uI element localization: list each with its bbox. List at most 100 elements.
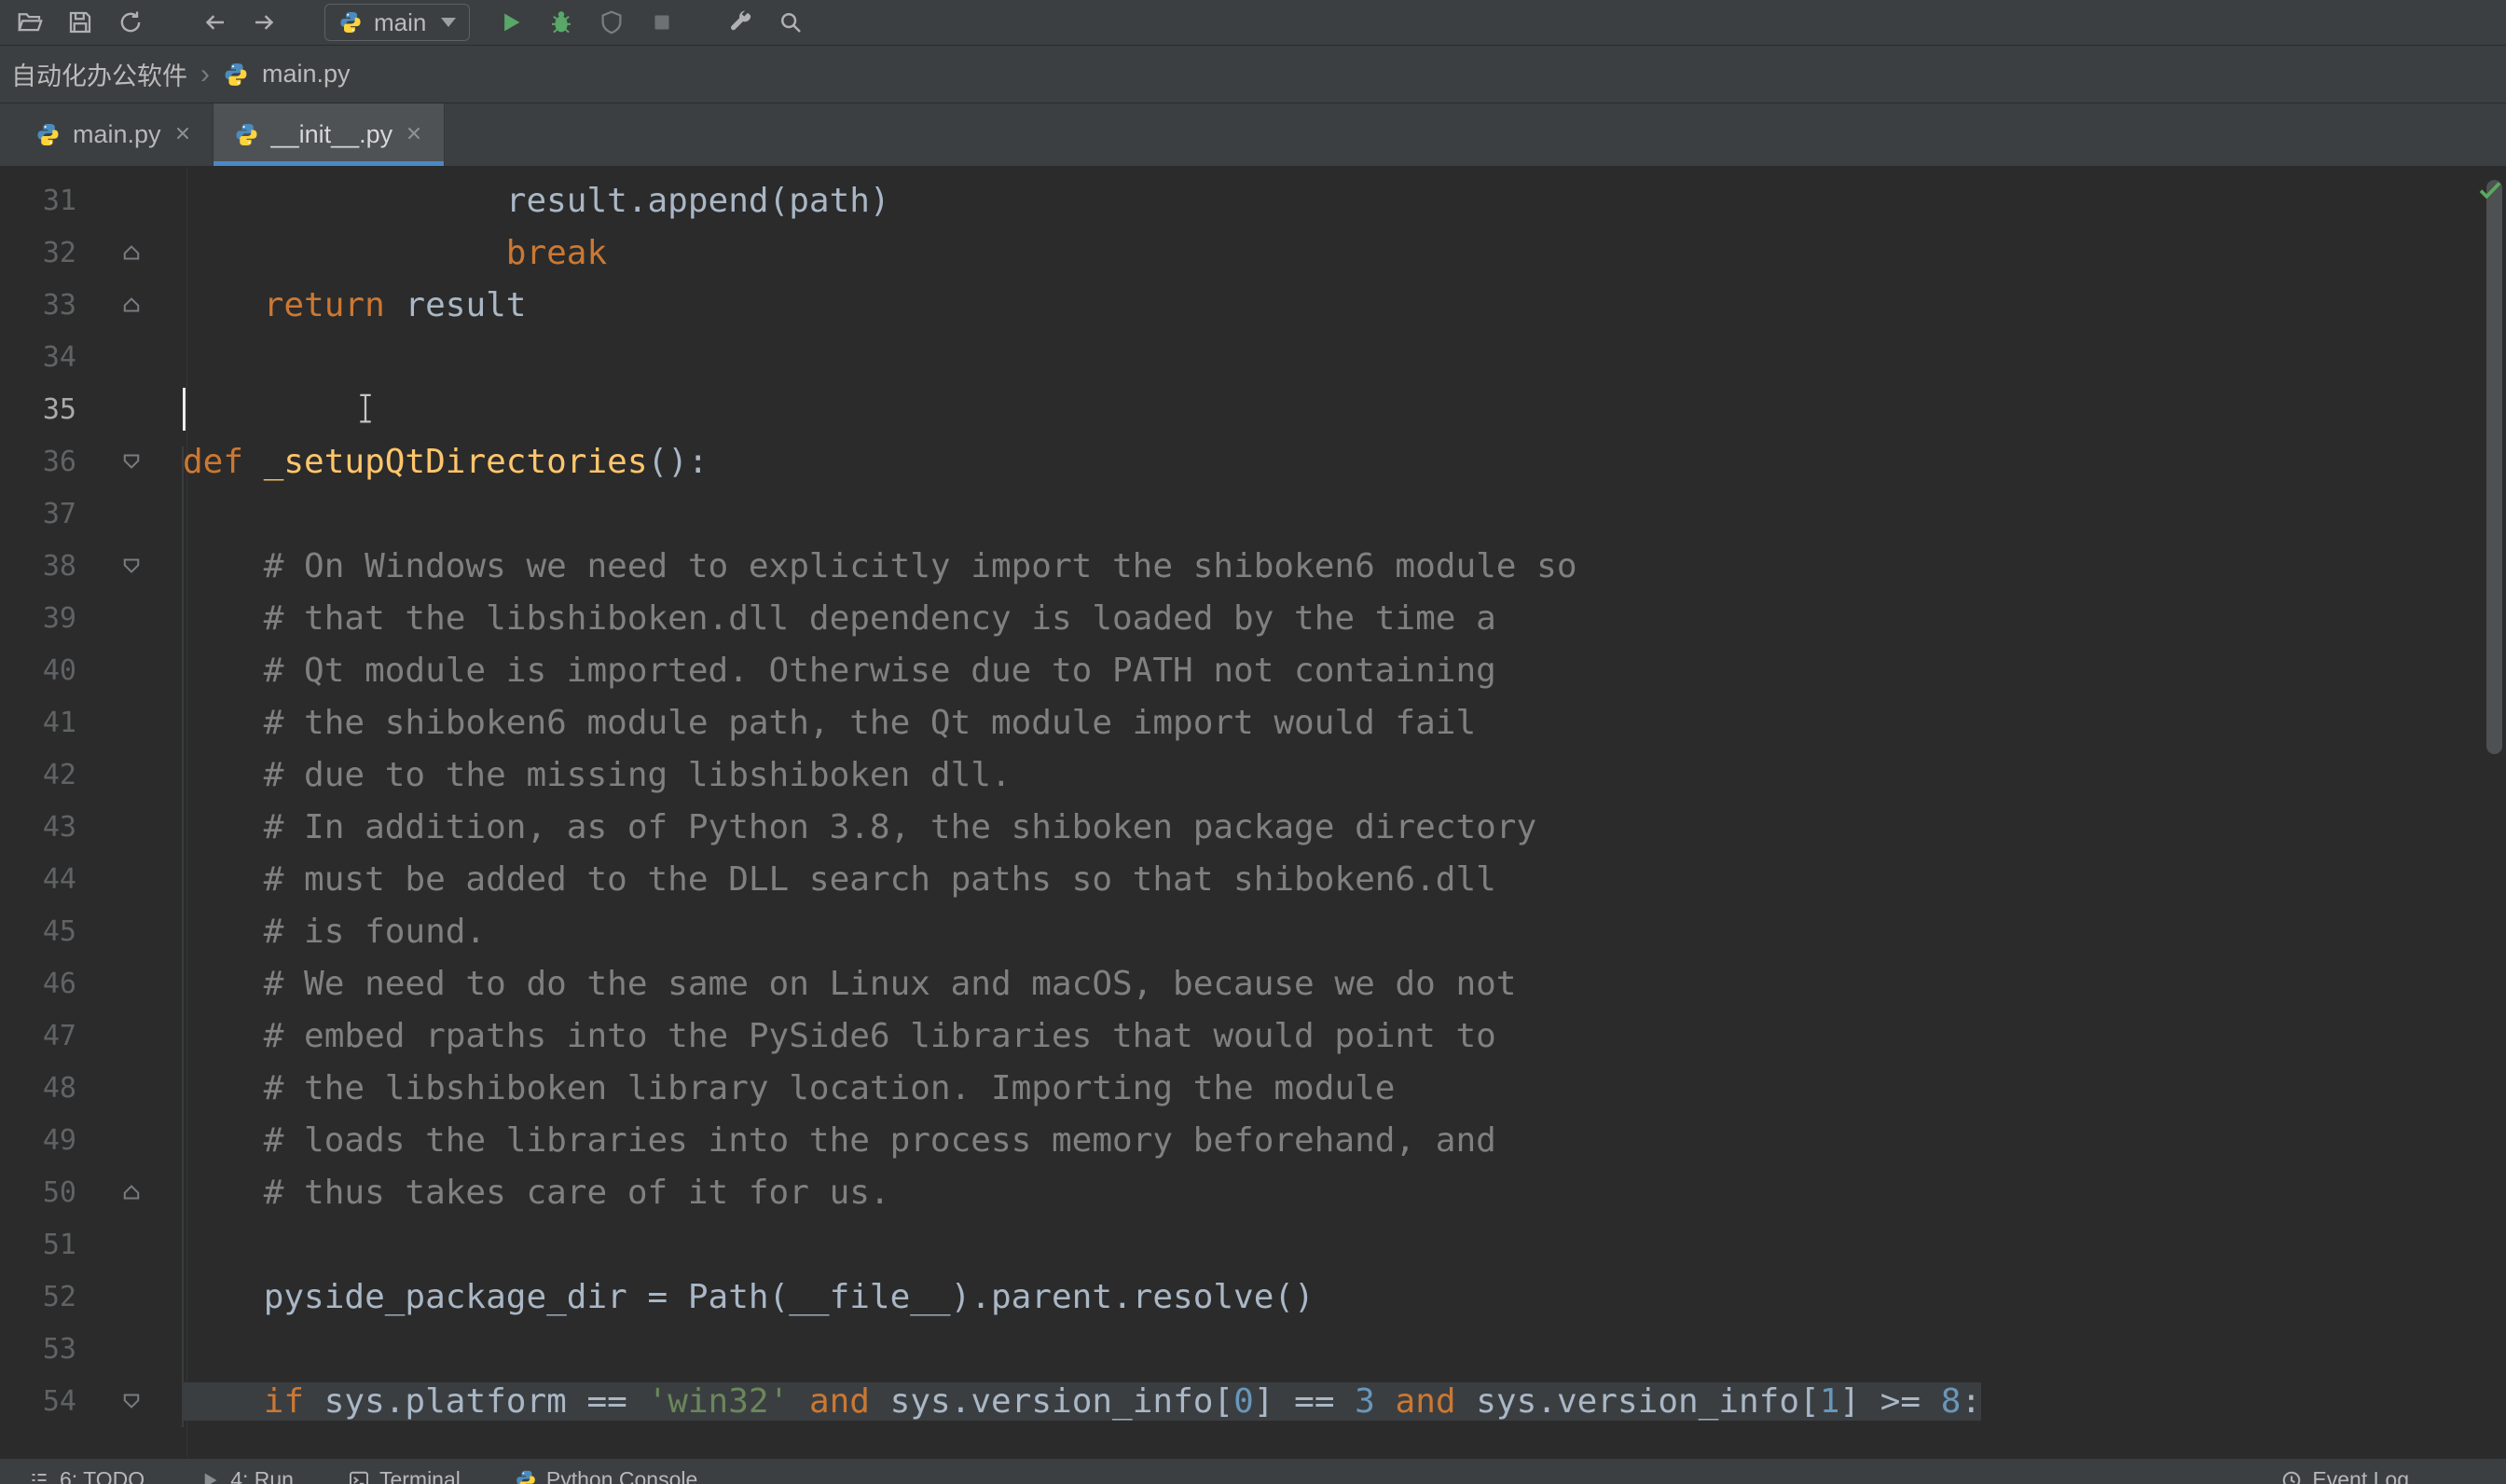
run-config-selector[interactable]: main: [324, 4, 470, 41]
code-line-51[interactable]: 51: [0, 1218, 2506, 1271]
line-number[interactable]: 33: [0, 289, 80, 322]
save-all-icon[interactable]: [60, 3, 101, 42]
python-icon: [234, 122, 259, 147]
back-icon[interactable]: [194, 3, 235, 42]
line-number[interactable]: 40: [0, 654, 80, 687]
code-line-33[interactable]: 33 return result: [0, 279, 2506, 331]
code-line-35[interactable]: 35: [0, 383, 2506, 435]
line-number[interactable]: 39: [0, 602, 80, 635]
line-number[interactable]: 54: [0, 1385, 80, 1418]
code-line-39[interactable]: 39 # that the libshiboken.dll dependency…: [0, 592, 2506, 644]
line-number[interactable]: 38: [0, 550, 80, 583]
code-text: # loads the libraries into the process m…: [183, 1121, 1496, 1160]
code-text: # On Windows we need to explicitly impor…: [183, 547, 1577, 585]
code-line-34[interactable]: 34: [0, 331, 2506, 383]
debug-icon[interactable]: [541, 3, 582, 42]
fold-down-icon[interactable]: [80, 554, 183, 578]
code-text: if sys.platform == 'win32' and sys.versi…: [183, 1382, 1981, 1421]
run-config-label: main: [374, 8, 426, 37]
code-text: # that the libshiboken.dll dependency is…: [183, 599, 1496, 638]
line-number[interactable]: 52: [0, 1281, 80, 1313]
editor[interactable]: 31 result.append(path)32 break33 return …: [0, 167, 2506, 1458]
code-text: # must be added to the DLL search paths …: [183, 860, 1496, 899]
tab-label: __init__.py: [271, 120, 393, 149]
code-line-46[interactable]: 46 # We need to do the same on Linux and…: [0, 957, 2506, 1010]
run-icon[interactable]: [490, 3, 531, 42]
forward-icon[interactable]: [244, 3, 285, 42]
code-line-50[interactable]: 50 # thus takes care of it for us.: [0, 1166, 2506, 1218]
line-number[interactable]: 42: [0, 759, 80, 791]
code-text: def _setupQtDirectories():: [183, 443, 709, 481]
code-line-32[interactable]: 32 break: [0, 227, 2506, 279]
breadcrumb-file[interactable]: main.py: [262, 60, 351, 89]
line-number[interactable]: 36: [0, 446, 80, 478]
open-folder-icon[interactable]: [9, 3, 50, 42]
fold-up-icon[interactable]: [80, 293, 183, 317]
python-icon: [223, 62, 249, 88]
code-line-43[interactable]: 43 # In addition, as of Python 3.8, the …: [0, 801, 2506, 853]
code-line-54[interactable]: 54 if sys.platform == 'win32' and sys.ve…: [0, 1375, 2506, 1427]
code-line-49[interactable]: 49 # loads the libraries into the proces…: [0, 1114, 2506, 1166]
line-number[interactable]: 46: [0, 968, 80, 1000]
fold-up-icon[interactable]: [80, 240, 183, 265]
line-number[interactable]: 49: [0, 1124, 80, 1157]
close-icon[interactable]: [405, 120, 423, 149]
line-number[interactable]: 53: [0, 1333, 80, 1366]
code-text: # the libshiboken library location. Impo…: [183, 1069, 1395, 1107]
code-line-45[interactable]: 45 # is found.: [0, 905, 2506, 957]
code-line-42[interactable]: 42 # due to the missing libshiboken dll.: [0, 749, 2506, 801]
statusbar-item-4-run[interactable]: 4: Run: [199, 1467, 294, 1484]
statusbar-item-label: 6: TODO: [60, 1467, 145, 1484]
python-icon: [35, 122, 61, 147]
line-number[interactable]: 43: [0, 811, 80, 844]
fold-down-icon[interactable]: [80, 1389, 183, 1413]
line-number[interactable]: 44: [0, 863, 80, 896]
statusbar-item-python-console[interactable]: Python Console: [515, 1467, 697, 1484]
line-number[interactable]: 50: [0, 1176, 80, 1209]
code-text: return result: [183, 286, 526, 324]
code-line-36[interactable]: 36 def _setupQtDirectories():: [0, 435, 2506, 488]
statusbar-item-terminal[interactable]: Terminal: [348, 1467, 461, 1484]
fold-up-icon[interactable]: [80, 1180, 183, 1204]
python-console-icon: [515, 1469, 537, 1484]
coverage-icon[interactable]: [591, 3, 632, 42]
line-number[interactable]: 48: [0, 1072, 80, 1105]
inspections-ok-icon[interactable]: [2476, 174, 2504, 202]
vertical-scrollbar[interactable]: [2486, 180, 2502, 754]
ide-window: main 自动化办公软件 › main.py main.py__init_: [0, 0, 2506, 1484]
code-line-48[interactable]: 48 # the libshiboken library location. I…: [0, 1062, 2506, 1114]
line-number[interactable]: 37: [0, 498, 80, 530]
breadcrumb: 自动化办公软件 › main.py: [0, 46, 2506, 103]
line-number[interactable]: 34: [0, 341, 80, 374]
statusbar-item-label: Event Log: [2312, 1467, 2409, 1484]
code-line-52[interactable]: 52 pyside_package_dir = Path(__file__).p…: [0, 1271, 2506, 1323]
line-number[interactable]: 31: [0, 185, 80, 217]
sync-icon[interactable]: [110, 3, 151, 42]
code-line-38[interactable]: 38 # On Windows we need to explicitly im…: [0, 540, 2506, 592]
code-text: # We need to do the same on Linux and ma…: [183, 965, 1516, 1003]
fold-down-icon[interactable]: [80, 449, 183, 474]
breadcrumb-project[interactable]: 自动化办公软件: [11, 56, 187, 92]
line-number[interactable]: 32: [0, 237, 80, 269]
editor-tab-main-py[interactable]: main.py: [15, 103, 213, 166]
terminal-icon: [348, 1469, 370, 1484]
wrench-icon[interactable]: [720, 3, 761, 42]
line-number[interactable]: 45: [0, 915, 80, 948]
search-icon[interactable]: [770, 3, 811, 42]
line-number[interactable]: 47: [0, 1020, 80, 1052]
statusbar-item-6-todo[interactable]: 6: TODO: [28, 1467, 145, 1484]
code-line-44[interactable]: 44 # must be added to the DLL search pat…: [0, 853, 2506, 905]
line-number[interactable]: 51: [0, 1229, 80, 1261]
code-line-40[interactable]: 40 # Qt module is imported. Otherwise du…: [0, 644, 2506, 696]
statusbar-item-event-log[interactable]: Event Log: [2280, 1467, 2409, 1484]
editor-tab-init-py[interactable]: __init__.py: [213, 103, 446, 166]
code-line-31[interactable]: 31 result.append(path): [0, 174, 2506, 227]
code-line-37[interactable]: 37: [0, 488, 2506, 540]
line-number[interactable]: 41: [0, 707, 80, 739]
stop-icon[interactable]: [641, 3, 682, 42]
close-icon[interactable]: [173, 120, 192, 149]
code-line-53[interactable]: 53: [0, 1323, 2506, 1375]
code-line-47[interactable]: 47 # embed rpaths into the PySide6 libra…: [0, 1010, 2506, 1062]
line-number[interactable]: 35: [0, 393, 80, 426]
code-line-41[interactable]: 41 # the shiboken6 module path, the Qt m…: [0, 696, 2506, 749]
